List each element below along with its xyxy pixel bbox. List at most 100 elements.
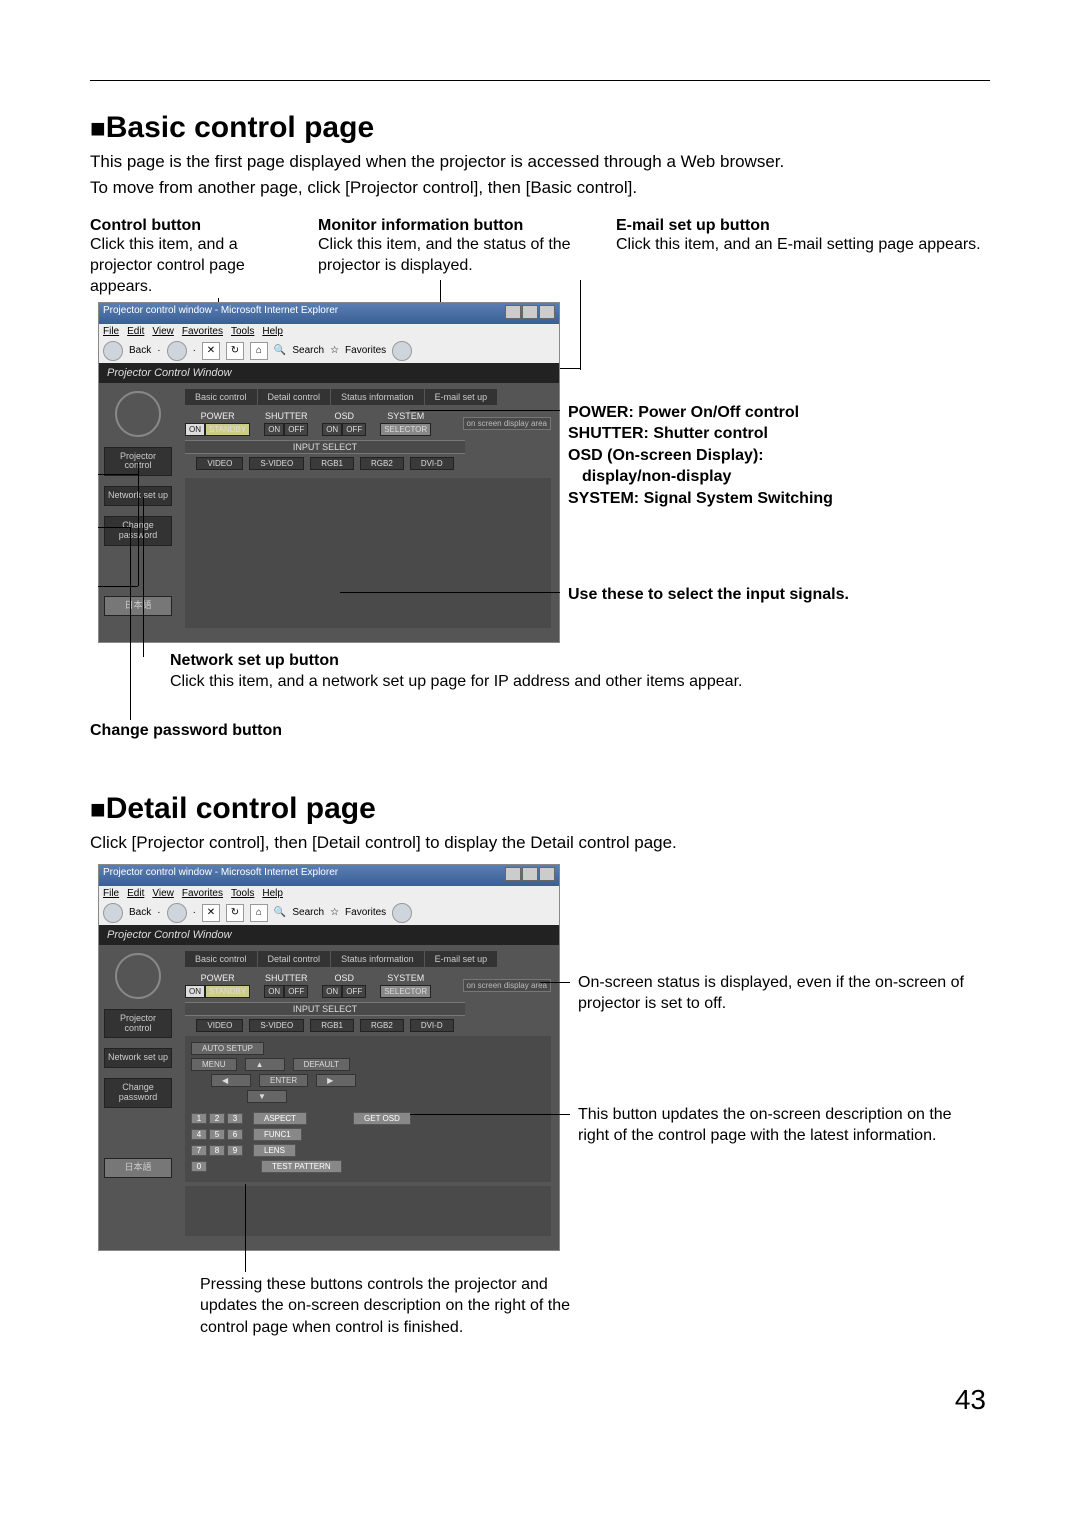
down-button[interactable]: ▼ [247,1090,287,1103]
search-icon[interactable]: 🔍 [274,907,286,918]
input-rgb1[interactable]: RGB1 [310,1019,354,1032]
right-button[interactable]: ▶ [316,1074,356,1087]
sidebar-change-password[interactable]: Change password [104,1078,172,1108]
num-4[interactable]: 4 [191,1129,207,1140]
window-buttons[interactable] [504,305,555,322]
up-button[interactable]: ▲ [245,1058,285,1071]
num-0[interactable]: 0 [191,1161,207,1172]
num-7[interactable]: 7 [191,1145,207,1156]
input-rgb2[interactable]: RGB2 [360,457,404,470]
enter-button[interactable]: ENTER [259,1074,308,1087]
tab-basic-control[interactable]: Basic control [185,951,258,967]
refresh-icon[interactable]: ↻ [226,342,244,360]
ann-changepw: Change password button [90,722,282,739]
lens-button[interactable]: LENS [253,1144,296,1157]
sidebar-japanese[interactable]: 日本語 [104,1158,172,1178]
stop-icon[interactable]: ✕ [202,342,220,360]
num-1[interactable]: 1 [191,1113,207,1124]
tab-basic-control[interactable]: Basic control [185,389,258,405]
system-selector-button[interactable]: SELECTOR [380,985,431,998]
heading-detail-control: ■Detail control page [90,792,990,826]
shutter-on-button[interactable]: ON [264,423,284,436]
monitor-info-text: Click this item, and the status of the p… [318,235,588,277]
ie-toolbar-2[interactable]: Back· · ✕ ↻ ⌂ 🔍Search ☆Favorites [99,901,559,925]
sidebar-network-setup[interactable]: Network set up [104,1048,172,1068]
app-header: Projector Control Window [99,363,559,383]
default-button[interactable]: DEFAULT [293,1058,350,1071]
tab-email-setup[interactable]: E-mail set up [425,389,499,405]
ann-network-text: Click this item, and a network set up pa… [170,673,742,690]
ie-menubar-2[interactable]: FileEditViewFavoritesToolsHelp [99,886,559,901]
monitor-info-label: Monitor information button [318,217,588,235]
favorites-icon[interactable]: ☆ [330,345,339,356]
shutter-on-button[interactable]: ON [264,985,284,998]
input-dvid[interactable]: DVI-D [410,1019,454,1032]
detail-intro: Click [Projector control], then [Detail … [90,832,990,854]
osd-off-button[interactable]: OFF [342,423,366,436]
func1-button[interactable]: FUNC1 [253,1128,302,1141]
num-6[interactable]: 6 [227,1129,243,1140]
back-icon[interactable] [103,903,123,923]
osd-on-button[interactable]: ON [322,985,342,998]
sidebar-projector-control[interactable]: Projector control [104,1009,172,1039]
input-video[interactable]: VIDEO [196,457,243,470]
num-3[interactable]: 3 [227,1113,243,1124]
aspect-button[interactable]: ASPECT [253,1112,307,1125]
email-setup-label: E-mail set up button [616,217,990,235]
favorites-icon[interactable]: ☆ [330,907,339,918]
refresh-icon[interactable]: ↻ [226,904,244,922]
ie-menubar[interactable]: FileEditViewFavoritesToolsHelp [99,324,559,339]
osd-group: OSD ONOFF [322,411,366,436]
tab-status-info[interactable]: Status information [331,389,425,405]
ann-onscreen-status: On-screen status is displayed, even if t… [578,972,968,1015]
home-icon[interactable]: ⌂ [250,904,268,922]
num-9[interactable]: 9 [227,1145,243,1156]
tab-status-info[interactable]: Status information [331,951,425,967]
input-rgb2[interactable]: RGB2 [360,1019,404,1032]
tab-email-setup[interactable]: E-mail set up [425,951,499,967]
forward-icon[interactable] [167,903,187,923]
power-standby-button[interactable]: STANDBY [205,423,250,436]
shutter-off-button[interactable]: OFF [284,423,308,436]
stop-icon[interactable]: ✕ [202,904,220,922]
email-setup-text: Click this item, and an E-mail setting p… [616,235,990,256]
ann-power: POWER: Power On/Off control [568,404,799,421]
search-icon[interactable]: 🔍 [274,345,286,356]
window-buttons-2[interactable] [504,867,555,884]
osd-off-button[interactable]: OFF [342,985,366,998]
back-icon[interactable] [103,341,123,361]
page-number: 43 [90,1384,990,1416]
system-selector-button[interactable]: SELECTOR [380,423,431,436]
getosd-button[interactable]: GET OSD [353,1112,411,1125]
num-8[interactable]: 8 [209,1145,225,1156]
history-icon[interactable] [392,903,412,923]
osd-on-button[interactable]: ON [322,423,342,436]
menu-button[interactable]: MENU [191,1058,237,1071]
tab-detail-control[interactable]: Detail control [258,389,332,405]
power-on-button[interactable]: ON [185,423,205,436]
input-rgb1[interactable]: RGB1 [310,457,354,470]
sidebar-japanese[interactable]: 日本語 [104,596,172,616]
ie-toolbar[interactable]: Back· · ✕ ↻ ⌂ 🔍Search ☆Favorites [99,339,559,363]
num-5[interactable]: 5 [209,1129,225,1140]
left-button[interactable]: ◀ [211,1074,251,1087]
testpattern-button[interactable]: TEST PATTERN [261,1160,342,1173]
history-icon[interactable] [392,341,412,361]
input-svideo[interactable]: S-VIDEO [249,457,304,470]
forward-icon[interactable] [167,341,187,361]
home-icon[interactable]: ⌂ [250,342,268,360]
onscreen-display-area: on screen display area [463,417,552,430]
power-standby-button[interactable]: STANDBY [205,985,250,998]
globe-icon [115,391,161,437]
autosetup-button[interactable]: AUTO SETUP [191,1042,264,1055]
input-dvid[interactable]: DVI-D [410,457,454,470]
input-video[interactable]: VIDEO [196,1019,243,1032]
heading-basic-control: ■Basic control page [90,111,990,145]
input-svideo[interactable]: S-VIDEO [249,1019,304,1032]
ann-getosd: This button updates the on-screen descri… [578,1104,968,1147]
num-2[interactable]: 2 [209,1113,225,1124]
shutter-off-button[interactable]: OFF [284,985,308,998]
power-on-button[interactable]: ON [185,985,205,998]
power-group: POWER ONSTANDBY [185,411,250,436]
tab-detail-control[interactable]: Detail control [258,951,332,967]
